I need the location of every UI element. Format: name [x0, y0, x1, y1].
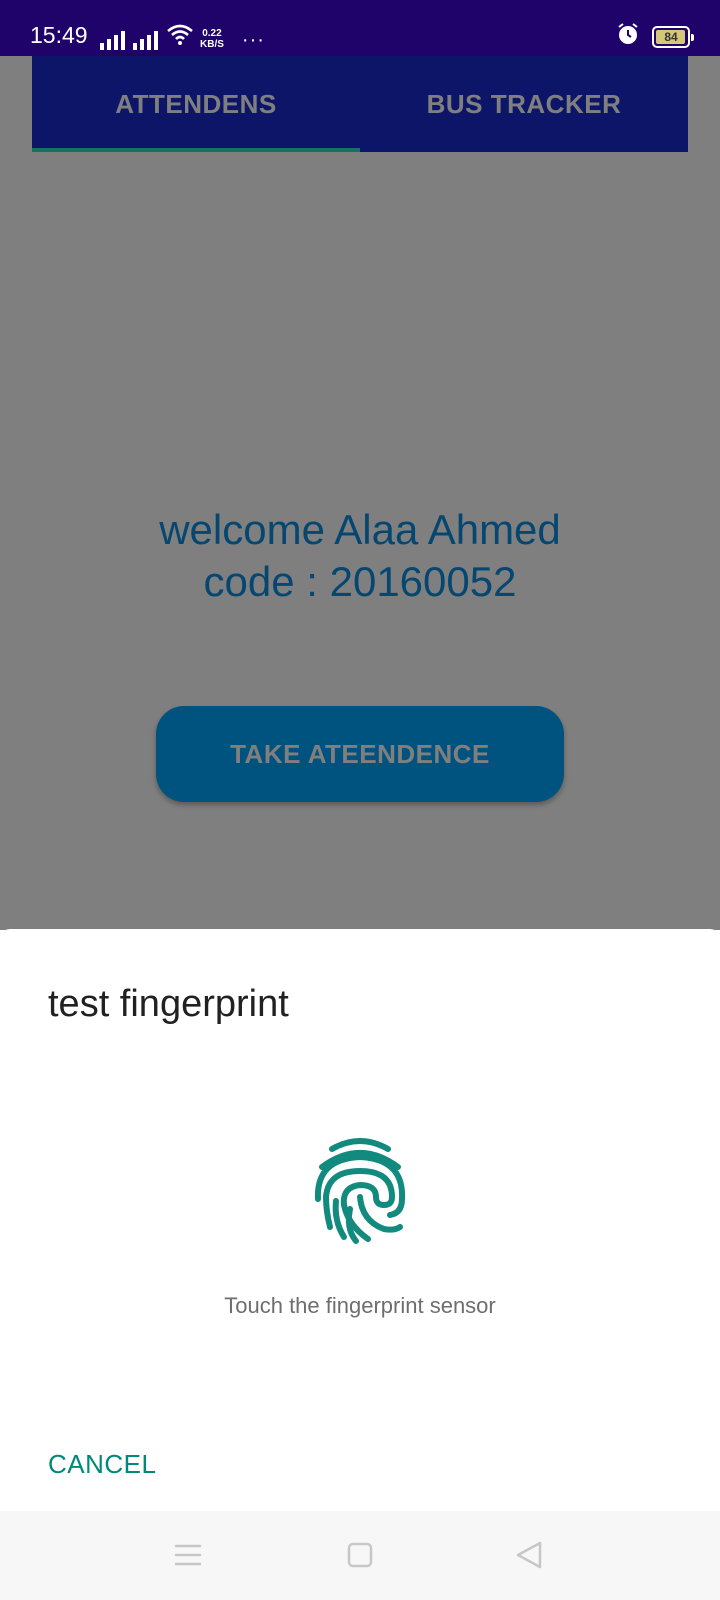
navigation-bar	[0, 1511, 720, 1600]
fingerprint-dialog: test fingerprint Touch the fingerprint s…	[0, 929, 720, 1511]
home-icon[interactable]	[342, 1539, 378, 1571]
signal-icon	[133, 28, 158, 50]
status-icons-right: 84	[616, 22, 694, 51]
more-notifications: ···	[241, 29, 265, 51]
fingerprint-hint: Touch the fingerprint sensor	[224, 1293, 496, 1318]
dialog-scrim[interactable]	[0, 56, 720, 930]
status-time: 15:49	[30, 22, 88, 48]
menu-icon[interactable]	[170, 1539, 206, 1571]
dialog-title: test fingerprint	[48, 983, 289, 1025]
alarm-icon	[616, 22, 640, 51]
fingerprint-icon	[310, 1135, 410, 1245]
status-bar: 15:49 0.22 KB/S ··· 84	[0, 0, 720, 56]
battery-level: 84	[664, 29, 678, 44]
back-icon[interactable]	[512, 1539, 548, 1571]
cancel-button[interactable]: CANCEL	[48, 1449, 156, 1480]
status-icons-left: 0.22 KB/S ···	[100, 22, 265, 50]
wifi-icon	[166, 23, 194, 50]
network-speed-value: 0.22	[202, 28, 222, 39]
network-speed-unit: KB/S	[200, 39, 224, 50]
network-speed: 0.22 KB/S	[200, 28, 224, 50]
signal-icon	[100, 28, 125, 50]
battery-icon: 84	[652, 25, 694, 48]
